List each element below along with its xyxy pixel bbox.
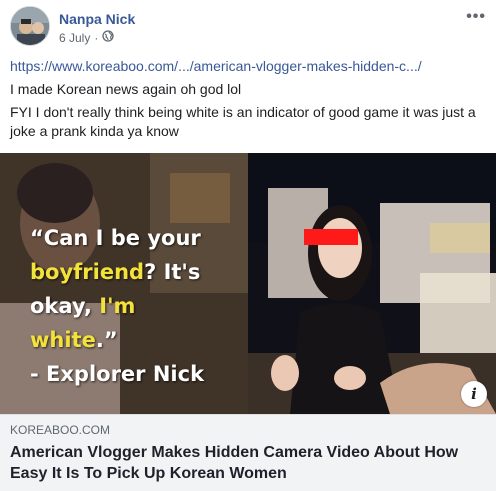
quote-highlight-1: boyfriend [30,260,145,284]
post-text-line1: I made Korean news again oh god lol [10,81,242,97]
quote-line2-rest: ? It's [144,260,201,284]
link-card[interactable]: KOREABOO.COM American Vlogger Makes Hidd… [0,414,496,491]
more-options-icon[interactable]: ••• [466,8,486,26]
quote-attribution: - Explorer Nick [30,362,205,386]
quote-line3-a: okay, [30,294,100,318]
post-link[interactable]: https://www.koreaboo.com/.../american-vl… [10,58,422,74]
globe-icon [102,30,115,45]
post-header: Nanpa Nick 6 July · ••• [10,6,486,48]
post-date[interactable]: 6 July [59,31,90,45]
quote-line1: “Can I be your [30,226,201,250]
quote-overlay: “Can I be your boyfriend? It's okay, I'm… [30,221,230,391]
link-preview-image[interactable]: “Can I be your boyfriend? It's okay, I'm… [0,153,496,414]
post-body: https://www.koreaboo.com/.../american-vl… [10,57,486,145]
post-text-line2: FYI I don't really think being white is … [10,104,476,139]
meta-separator: · [94,30,99,45]
quote-line3-b: .” [95,328,118,352]
link-domain: KOREABOO.COM [10,423,111,437]
post-meta: 6 July · [59,30,115,45]
info-icon[interactable]: i [461,381,487,407]
author-name[interactable]: Nanpa Nick [59,11,135,27]
avatar[interactable] [10,6,50,46]
link-title[interactable]: American Vlogger Makes Hidden Camera Vid… [10,442,486,484]
